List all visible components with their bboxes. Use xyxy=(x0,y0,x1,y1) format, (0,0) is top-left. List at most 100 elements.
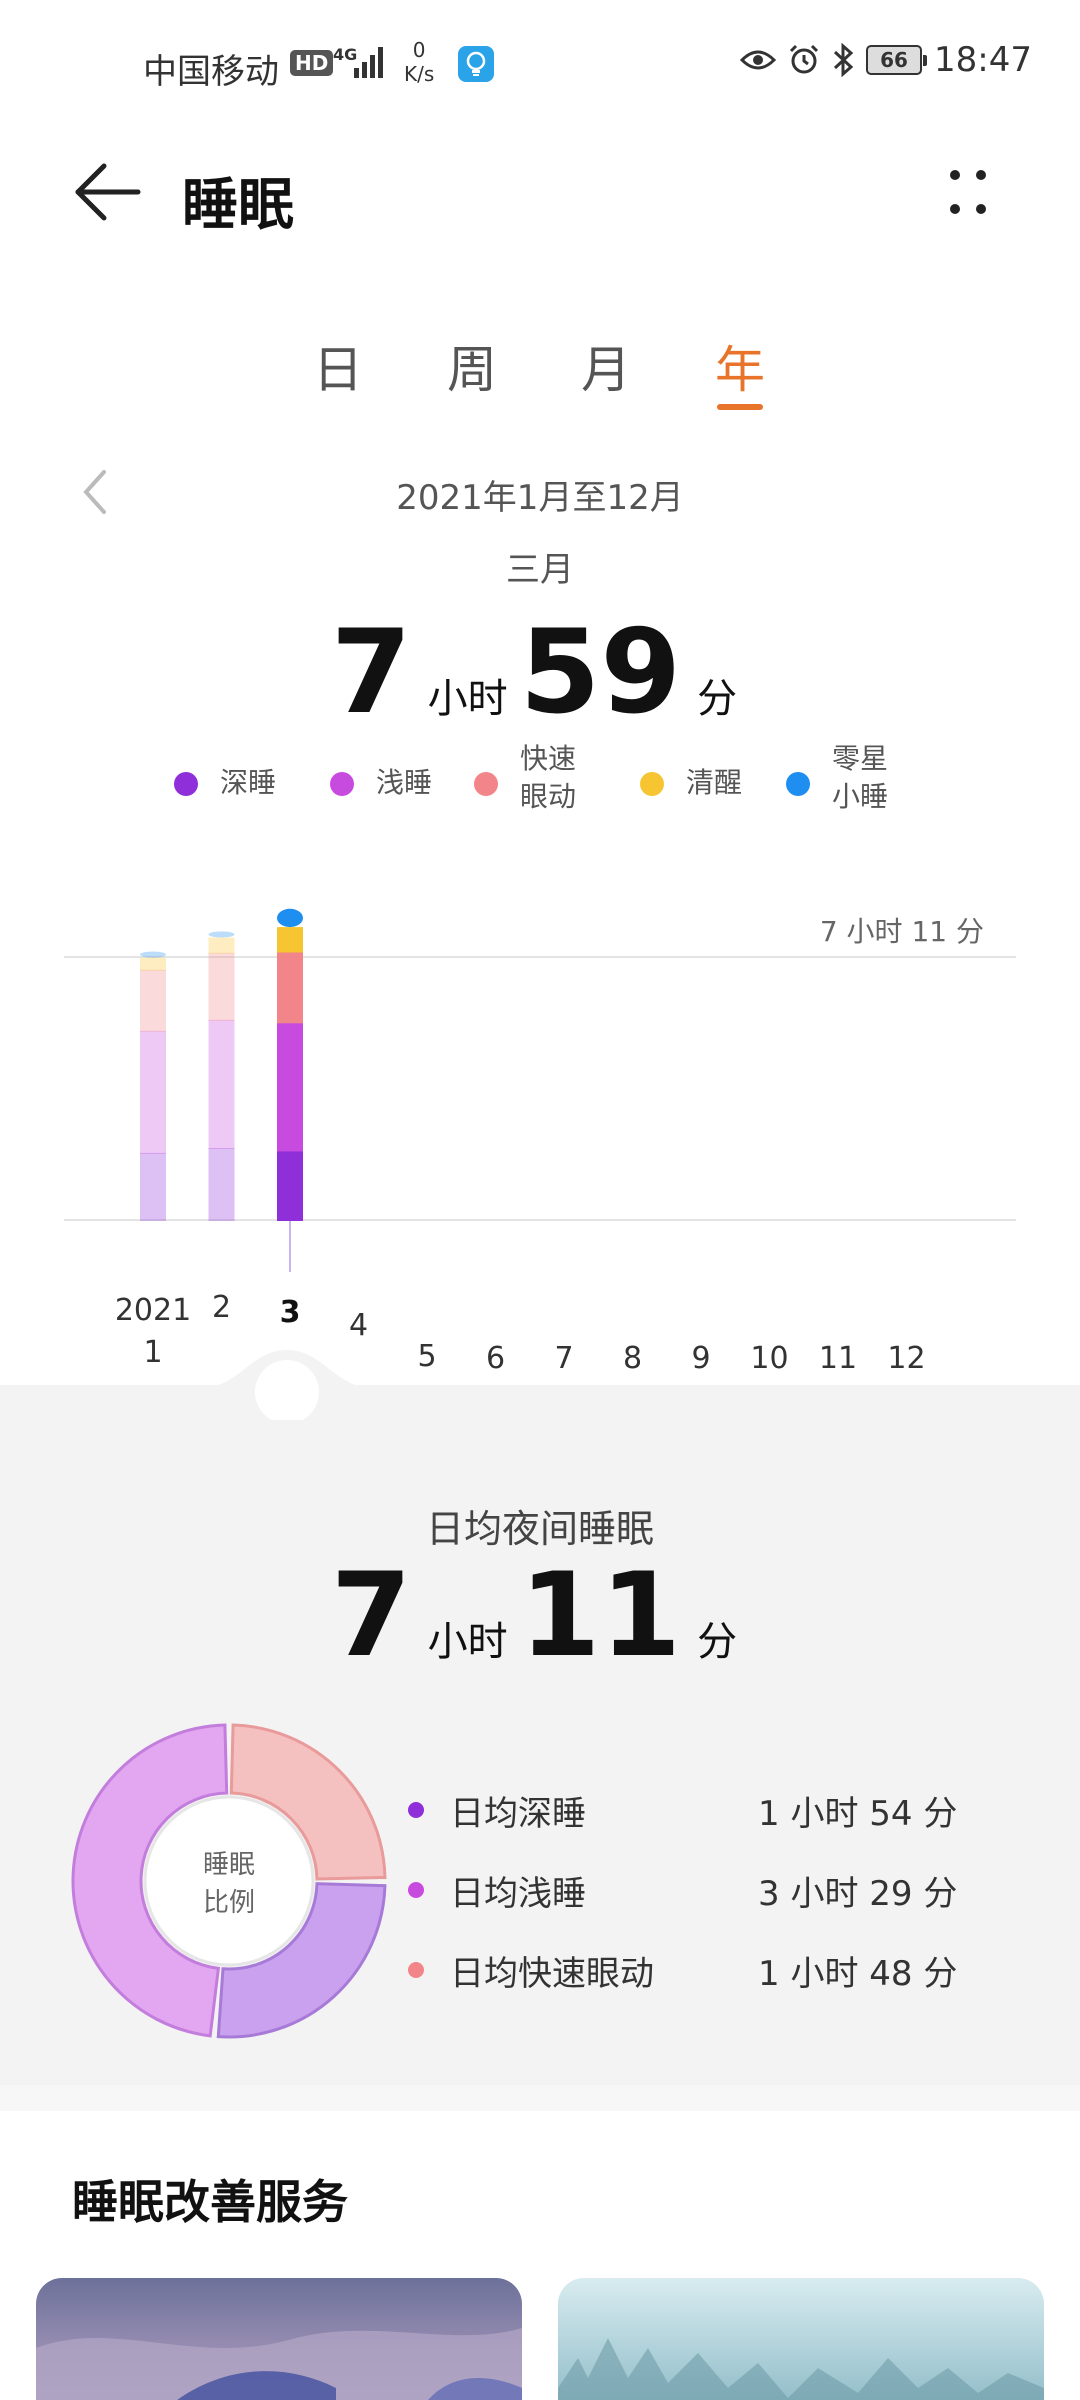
bar-segment xyxy=(208,1019,235,1149)
tab-day[interactable]: 日 xyxy=(298,330,378,402)
year-label: 2021 xyxy=(115,1293,191,1328)
legend-rem-sleep: 快速 眼动 xyxy=(474,740,590,816)
status-bar: 中国移动 HD 4G 0 K/s 66 18:47 xyxy=(0,0,1080,130)
legend-dot xyxy=(330,772,354,796)
hours-unit: 小时 xyxy=(427,676,508,722)
month-total-sleep: 7 小时 59 分 xyxy=(0,605,1080,740)
bar-segment xyxy=(140,957,166,971)
active-tab-indicator xyxy=(717,404,763,410)
clock-time: 18:47 xyxy=(934,40,1032,80)
minutes-unit: 分 xyxy=(697,1619,738,1665)
hours-unit: 小时 xyxy=(427,1619,508,1665)
bluetooth-icon xyxy=(833,43,854,77)
donut-center xyxy=(143,1795,315,1967)
total-hours: 7 xyxy=(330,605,412,740)
total-minutes: 59 xyxy=(519,605,682,740)
legend-dot xyxy=(786,772,810,796)
donut-center-label: 比例 xyxy=(203,1888,255,1918)
legend-label: 零星 小睡 xyxy=(832,740,902,816)
bar-segment xyxy=(277,927,303,953)
speed-unit: K/s xyxy=(404,62,435,86)
service-card-1[interactable] xyxy=(36,2278,522,2400)
bar-segment xyxy=(208,937,235,954)
service-card-image xyxy=(558,2338,1044,2400)
legend-awake: 清醒 xyxy=(640,740,742,802)
bar-segment xyxy=(277,1022,303,1152)
breakdown-label: 日均深睡 xyxy=(450,1793,586,1834)
average-title: 日均夜间睡眠 xyxy=(425,1507,654,1551)
legend-label: 清醒 xyxy=(686,766,743,799)
tab-year[interactable]: 年 xyxy=(700,330,780,402)
breakdown-row-light: 日均浅睡 3 小时 29 分 xyxy=(408,1850,968,1930)
bar-segment xyxy=(140,1152,166,1221)
yearly-sleep-chart[interactable]: 7 小时 11 分12 3 45 6 7 8 9 10 11 122021 xyxy=(0,870,1080,1410)
breakdown-row-rem: 日均快速眼动 1 小时 48 分 xyxy=(408,1930,968,2010)
service-card-2[interactable] xyxy=(558,2278,1044,2400)
tab-month[interactable]: 月 xyxy=(566,330,646,402)
legend-label: 浅睡 xyxy=(376,766,433,799)
sleep-stage-legend: 深睡 浅睡 快速 眼动 清醒 零星 小睡 xyxy=(170,740,950,820)
services-title: 睡眠改善服务 xyxy=(72,2175,348,2229)
breakdown-value: 3 小时 29 分 xyxy=(758,1873,958,1914)
bar-segment xyxy=(277,908,303,928)
selected-month: 三月 xyxy=(506,550,574,590)
breakdown-row-deep: 日均深睡 1 小时 54 分 xyxy=(408,1770,968,1850)
reference-line-label: 7 小时 11 分 xyxy=(820,915,984,948)
breakdown-dot xyxy=(408,1802,424,1818)
legend-dot xyxy=(640,772,664,796)
average-minutes: 11 xyxy=(519,1548,682,1683)
hd-badge: HD xyxy=(290,50,334,76)
legend-deep-sleep: 深睡 xyxy=(174,740,276,802)
back-button[interactable] xyxy=(66,160,150,224)
bar-segment xyxy=(140,969,166,1032)
average-hours: 7 xyxy=(330,1548,412,1683)
bar-segment xyxy=(140,951,166,958)
more-options-button[interactable] xyxy=(940,160,996,224)
legend-nap: 零星 小睡 xyxy=(786,740,902,816)
x-axis-label: 4 xyxy=(349,1308,368,1343)
page-title: 睡眠 xyxy=(182,173,294,238)
breakdown-label: 日均浅睡 xyxy=(450,1873,586,1914)
eye-icon xyxy=(740,50,777,70)
x-axis-label: 2 xyxy=(212,1290,231,1325)
legend-dot xyxy=(474,772,498,796)
x-axis-label: 3 xyxy=(280,1295,301,1330)
bar-segment xyxy=(208,1147,235,1221)
average-breakdown-list: 日均深睡 1 小时 54 分 日均浅睡 3 小时 29 分 日均快速眼动 1 小… xyxy=(408,1770,968,2010)
alarm-icon xyxy=(789,44,819,74)
status-icons: 66 18:47 xyxy=(740,40,1032,80)
sleep-ratio-donut: 睡眠比例 xyxy=(71,1723,387,2039)
section-divider xyxy=(0,2085,1080,2111)
legend-label: 快速 眼动 xyxy=(520,740,590,816)
legend-label-line: 小睡 xyxy=(832,780,889,813)
legend-label-line: 快速 xyxy=(520,742,577,775)
signal-icon xyxy=(354,47,383,78)
average-total-sleep: 7 小时 11 分 xyxy=(0,1548,1080,1683)
bar-segment xyxy=(277,1150,303,1221)
legend-dot xyxy=(174,772,198,796)
period-range: 2021年1月至12月 xyxy=(396,478,684,518)
carrier-name: 中国移动 xyxy=(143,52,279,92)
legend-light-sleep: 浅睡 xyxy=(330,740,432,802)
bar-segment xyxy=(277,951,303,1024)
arrow-left-icon xyxy=(75,163,141,221)
breakdown-dot xyxy=(408,1882,424,1898)
lightbulb-icon xyxy=(458,46,494,82)
minutes-unit: 分 xyxy=(697,676,738,722)
donut-center-label: 睡眠 xyxy=(203,1850,255,1880)
breakdown-dot xyxy=(408,1962,424,1978)
breakdown-label: 日均快速眼动 xyxy=(450,1953,654,1994)
breakdown-value: 1 小时 48 分 xyxy=(758,1953,958,1994)
bar-segment xyxy=(208,952,235,1021)
tab-week[interactable]: 周 xyxy=(432,330,512,402)
bar-segment xyxy=(140,1030,166,1154)
legend-label: 深睡 xyxy=(220,766,277,799)
battery-indicator: 66 xyxy=(866,45,928,75)
legend-label-line: 眼动 xyxy=(520,780,577,813)
network-speed: 0 K/s xyxy=(404,38,434,86)
speed-value: 0 xyxy=(412,38,426,62)
service-card-image xyxy=(36,2328,522,2400)
period-tabs: 日 周 月 年 xyxy=(290,330,790,410)
bar-segment xyxy=(208,931,235,938)
month-selector-notch xyxy=(0,1350,1080,1420)
